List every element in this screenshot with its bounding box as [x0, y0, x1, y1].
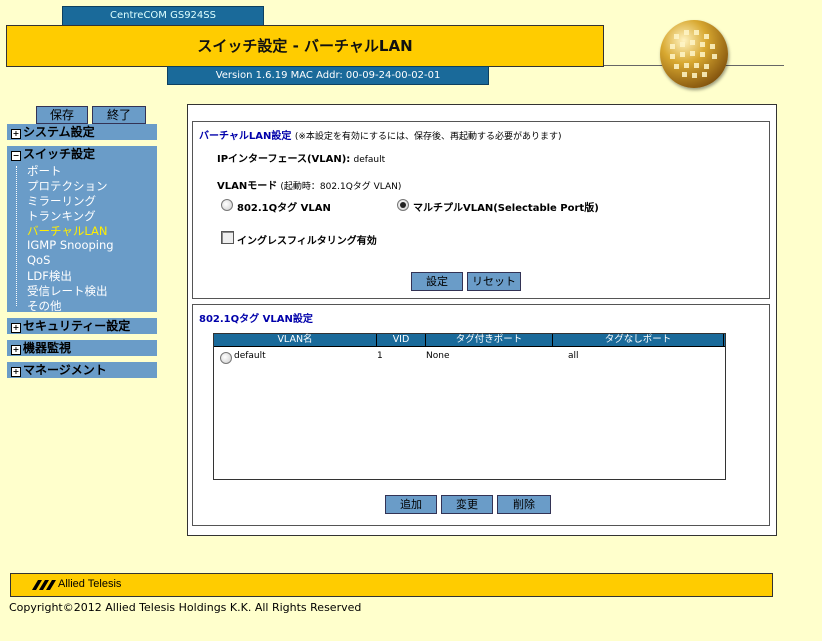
menu-device-monitoring[interactable]: + 機器監視: [7, 340, 157, 356]
vlan-settings-group: バーチャルLAN設定 (※本設定を有効にするには、保存後、再起動する必要がありま…: [192, 121, 770, 299]
radio-8021q-tag-vlan[interactable]: [221, 199, 233, 211]
row-select-radio[interactable]: [220, 352, 232, 364]
sidebar-item-mirroring[interactable]: ミラーリング: [27, 193, 96, 209]
menu-switch-settings[interactable]: − スイッチ設定: [7, 146, 157, 162]
delete-button[interactable]: 削除: [497, 495, 551, 514]
radio-multiple-label: マルチプルVLAN(Selectable Port版): [413, 203, 599, 214]
col-header-vlan-name: VLAN名: [214, 334, 377, 347]
sidebar-item-port[interactable]: ポート: [27, 163, 62, 179]
tag-vlan-title: 802.1Qタグ VLAN設定: [199, 314, 313, 325]
vlan-mode-row: VLANモード (起動時：802.1Qタグ VLAN): [217, 177, 401, 192]
expand-icon: +: [11, 129, 21, 139]
exit-button[interactable]: 終了: [92, 106, 146, 124]
vlan-settings-title: バーチャルLAN設定 (※本設定を有効にするには、保存後、再起動する必要がありま…: [199, 127, 562, 142]
ip-interface-row: IPインターフェース(VLAN): default: [217, 150, 385, 165]
menu-security-settings[interactable]: + セキュリティー設定: [7, 318, 157, 334]
vlan-mode-note: (起動時：802.1Qタグ VLAN): [280, 182, 402, 192]
group-title-text: バーチャルLAN設定: [199, 131, 292, 142]
allied-telesis-logo-icon: [32, 580, 56, 590]
sidebar-item-qos[interactable]: QoS: [27, 253, 50, 267]
menu-label: マネージメント: [23, 363, 107, 377]
brand-name: Allied Telesis: [58, 578, 122, 590]
expand-icon: +: [11, 345, 21, 355]
radio-8021q-label: 802.1Qタグ VLAN: [237, 203, 331, 214]
page-title: スイッチ設定 - バーチャルLAN: [6, 25, 604, 67]
version-info: Version 1.6.19 MAC Addr: 00-09-24-00-02-…: [167, 66, 489, 85]
ingress-filter-label: イングレスフィルタリング有効: [237, 236, 377, 247]
model-name-tab: CentreCOM GS924SS: [62, 6, 264, 26]
sidebar-item-virtual-lan[interactable]: バーチャルLAN: [27, 223, 108, 239]
tag-vlan-group: 802.1Qタグ VLAN設定 VLAN名 VID タグ付きポート タグなしポー…: [192, 304, 770, 526]
cell-untagged: all: [568, 351, 579, 361]
vlan-mode-label: VLANモード: [217, 181, 278, 192]
menu-system-settings[interactable]: + システム設定: [7, 124, 157, 140]
col-header-tagged: タグ付きポート: [426, 334, 553, 347]
switch-submenu: ポート プロテクション ミラーリング トランキング バーチャルLAN IGMP …: [7, 162, 157, 314]
sidebar-item-other[interactable]: その他: [27, 298, 62, 314]
radio-multiple-vlan[interactable]: [397, 199, 409, 211]
collapse-icon: −: [11, 151, 21, 161]
sidebar-item-protection[interactable]: プロテクション: [27, 178, 108, 194]
main-panel: バーチャルLAN設定 (※本設定を有効にするには、保存後、再起動する必要がありま…: [187, 104, 777, 536]
save-button[interactable]: 保存: [36, 106, 88, 124]
col-header-untagged: タグなしポート: [553, 334, 724, 347]
menu-management[interactable]: + マネージメント: [7, 362, 157, 378]
menu-label: 機器監視: [23, 341, 72, 355]
menu-label: スイッチ設定: [23, 147, 96, 161]
cell-vlan-name: default: [234, 351, 266, 361]
footer-bar: Allied Telesis: [10, 573, 773, 597]
col-header-vid: VID: [377, 334, 426, 347]
cell-vid: 1: [377, 351, 383, 361]
sidebar-item-igmp-snooping[interactable]: IGMP Snooping: [27, 238, 114, 252]
ip-interface-value: default: [353, 155, 386, 165]
expand-icon: +: [11, 323, 21, 333]
set-button[interactable]: 設定: [411, 272, 463, 291]
menu-label: セキュリティー設定: [23, 319, 131, 333]
globe-logo-icon: [660, 20, 728, 88]
sidebar-item-trunking[interactable]: トランキング: [27, 208, 96, 224]
cell-tagged: None: [426, 351, 450, 361]
col-header-spacer: [724, 334, 725, 347]
sidebar-item-ldf[interactable]: LDF検出: [27, 268, 72, 284]
vlan-table: VLAN名 VID タグ付きポート タグなしポート default 1 None…: [213, 333, 726, 480]
tree-line: [16, 166, 17, 306]
ingress-filter-checkbox[interactable]: [221, 231, 234, 244]
sidebar-item-rate-detection[interactable]: 受信レート検出: [27, 283, 108, 299]
reset-button[interactable]: リセット: [467, 272, 521, 291]
expand-icon: +: [11, 367, 21, 377]
ip-interface-label: IPインターフェース(VLAN):: [217, 154, 351, 165]
restart-note: (※本設定を有効にするには、保存後、再起動する必要があります): [294, 132, 562, 142]
modify-button[interactable]: 変更: [441, 495, 493, 514]
add-button[interactable]: 追加: [385, 495, 437, 514]
copyright-text: Copyright©2012 Allied Telesis Holdings K…: [9, 601, 362, 614]
menu-label: システム設定: [23, 125, 95, 139]
